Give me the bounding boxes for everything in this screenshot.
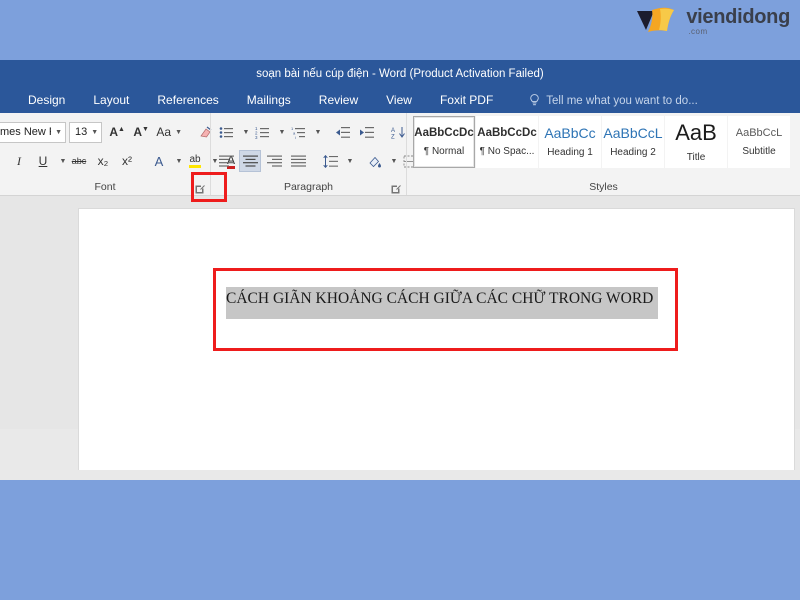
align-center-icon[interactable] — [239, 150, 261, 172]
paragraph-group-label: Paragraph — [283, 181, 334, 193]
font-size-combo[interactable]: 13 ▼ — [69, 121, 103, 143]
brand-name: viendidong — [686, 5, 790, 28]
style-label: Subtitle — [742, 145, 776, 157]
chevron-down-icon: ▼ — [55, 128, 62, 136]
bullets-dropdown-icon[interactable]: ▼ — [239, 121, 250, 143]
font-size-value: 13 — [75, 126, 88, 138]
tab-view[interactable]: View — [372, 88, 426, 113]
ribbon-tab-bar: Design Layout References Mailings Review… — [0, 88, 800, 113]
underline-dropdown-icon[interactable]: ▼ — [56, 150, 67, 172]
style-preview: AaBbCc — [544, 125, 596, 141]
text-effects-icon[interactable]: A — [148, 150, 170, 172]
shading-dropdown-icon[interactable]: ▼ — [387, 150, 398, 172]
align-left-icon[interactable] — [215, 150, 237, 172]
text-effects-dropdown-icon[interactable]: ▼ — [172, 150, 183, 172]
text-highlight-color-icon[interactable]: ab — [184, 150, 206, 172]
font-dialog-launcher[interactable] — [195, 182, 205, 194]
ribbon-group-paragraph: ▼ 123 ▼ 1ai ▼ A Z ▼ ▼ Paragraph — [210, 113, 433, 195]
subscript-icon[interactable]: x₂ — [92, 150, 114, 172]
screenshot-root: viendidong .com soạn bài nếu cúp điện - … — [0, 0, 800, 600]
italic-icon[interactable]: I — [8, 150, 30, 172]
title-bar: soạn bài nếu cúp điện - Word (Product Ac… — [0, 60, 800, 88]
svg-text:3: 3 — [255, 135, 258, 139]
multilevel-dropdown-icon[interactable]: ▼ — [311, 121, 322, 143]
style-item-heading-1[interactable]: AaBbCc Heading 1 — [539, 116, 601, 168]
style-item-normal[interactable]: AaBbCcDc ¶ Normal — [413, 116, 475, 168]
window-title: soạn bài nếu cúp điện - Word (Product Ac… — [256, 68, 544, 80]
brand-suffix: .com — [688, 26, 708, 36]
document-canvas: CÁCH GIÃN KHOẢNG CÁCH GIỮA CÁC CHỮ TRONG… — [0, 196, 800, 470]
style-item-no-spacing[interactable]: AaBbCcDc ¶ No Spac... — [476, 116, 538, 168]
paragraph-row-bottom: ▼ ▼ ▼ — [211, 147, 433, 175]
tab-layout[interactable]: Layout — [79, 88, 143, 113]
paragraph-dialog-launcher[interactable] — [391, 182, 401, 194]
style-preview: AaBbCcDc — [477, 127, 537, 140]
tab-design[interactable]: Design — [14, 88, 79, 113]
grow-font-icon[interactable]: A▲ — [106, 121, 128, 143]
style-label: Heading 1 — [547, 147, 593, 159]
styles-gallery: AaBbCcDc ¶ Normal AaBbCcDc ¶ No Spac... … — [407, 113, 800, 171]
style-item-title[interactable]: AaB Title — [665, 116, 727, 168]
font-group-label: Font — [94, 181, 116, 193]
canvas-left-margin — [0, 196, 78, 429]
underline-icon[interactable]: U — [32, 150, 54, 172]
document-page[interactable]: CÁCH GIÃN KHOẢNG CÁCH GIỮA CÁC CHỮ TRONG… — [78, 208, 795, 470]
tell-me-label: Tell me what you want to do... — [546, 94, 698, 107]
increase-indent-icon[interactable] — [355, 121, 377, 143]
style-item-heading-2[interactable]: AaBbCcL Heading 2 — [602, 116, 664, 168]
numbering-dropdown-icon[interactable]: ▼ — [275, 121, 286, 143]
ribbon-group-styles: AaBbCcDc ¶ Normal AaBbCcDc ¶ No Spac... … — [406, 113, 800, 195]
superscript-icon[interactable]: x² — [116, 150, 138, 172]
tab-foxit-pdf[interactable]: Foxit PDF — [426, 88, 507, 113]
paragraph-row-top: ▼ 123 ▼ 1ai ▼ A Z — [211, 113, 425, 147]
tab-references[interactable]: References — [143, 88, 232, 113]
ribbon-group-font: mes New Ro ▼ 13 ▼ A▲ A▼ Aa▼ — [0, 113, 254, 195]
selected-paragraph[interactable]: CÁCH GIÃN KHOẢNG CÁCH GIỮA CÁC CHỮ TRONG… — [226, 287, 658, 319]
bullets-icon[interactable] — [215, 121, 237, 143]
tab-review[interactable]: Review — [305, 88, 372, 113]
shading-icon[interactable] — [363, 150, 385, 172]
decrease-indent-icon[interactable] — [331, 121, 353, 143]
viendidong-logo-icon — [634, 6, 678, 36]
style-preview: AaB — [675, 121, 717, 146]
shrink-font-icon[interactable]: A▼ — [130, 121, 152, 143]
line-spacing-dropdown-icon[interactable]: ▼ — [343, 150, 354, 172]
strikethrough-icon[interactable]: abc — [68, 150, 90, 172]
chevron-down-icon: ▼ — [91, 128, 99, 136]
multilevel-list-icon[interactable]: 1ai — [287, 121, 309, 143]
justify-icon[interactable] — [287, 150, 309, 172]
svg-text:A: A — [391, 128, 395, 134]
lightbulb-icon — [530, 94, 540, 106]
style-label: ¶ No Spac... — [479, 145, 535, 157]
styles-group-label: Styles — [589, 181, 618, 193]
svg-text:i: i — [295, 135, 296, 139]
style-preview: AaBbCcDc — [414, 127, 474, 140]
style-preview: AaBbCcL — [603, 125, 663, 141]
align-right-icon[interactable] — [263, 150, 285, 172]
font-row-top: mes New Ro ▼ 13 ▼ A▲ A▼ Aa▼ — [0, 113, 212, 147]
style-label: ¶ Normal — [423, 145, 465, 157]
word-window: soạn bài nếu cúp điện - Word (Product Ac… — [0, 60, 800, 480]
line-spacing-icon[interactable] — [319, 150, 341, 172]
numbering-icon[interactable]: 123 — [251, 121, 273, 143]
ribbon: mes New Ro ▼ 13 ▼ A▲ A▼ Aa▼ — [0, 113, 800, 196]
style-label: Title — [686, 151, 706, 163]
style-preview: AaBbCcL — [735, 127, 783, 140]
tab-mailings[interactable]: Mailings — [233, 88, 305, 113]
font-name-combo[interactable]: mes New Ro ▼ — [0, 121, 66, 143]
viendidong-logo: viendidong .com — [634, 6, 790, 36]
font-row-bottom: I U ▼ abc x₂ x² A ▼ ab ▼ A ▼ — [0, 147, 254, 175]
svg-text:Z: Z — [391, 134, 395, 139]
document-text: CÁCH GIÃN KHOẢNG CÁCH GIỮA CÁC CHỮ TRONG… — [226, 290, 654, 307]
tell-me-box[interactable]: Tell me what you want to do... — [529, 94, 698, 107]
change-case-icon[interactable]: Aa ▼ — [154, 121, 184, 143]
style-item-subtitle[interactable]: AaBbCcL Subtitle — [728, 116, 790, 168]
font-name-value: mes New Ro — [0, 126, 51, 138]
brand-band: viendidong .com — [0, 0, 800, 60]
style-label: Heading 2 — [610, 147, 656, 159]
